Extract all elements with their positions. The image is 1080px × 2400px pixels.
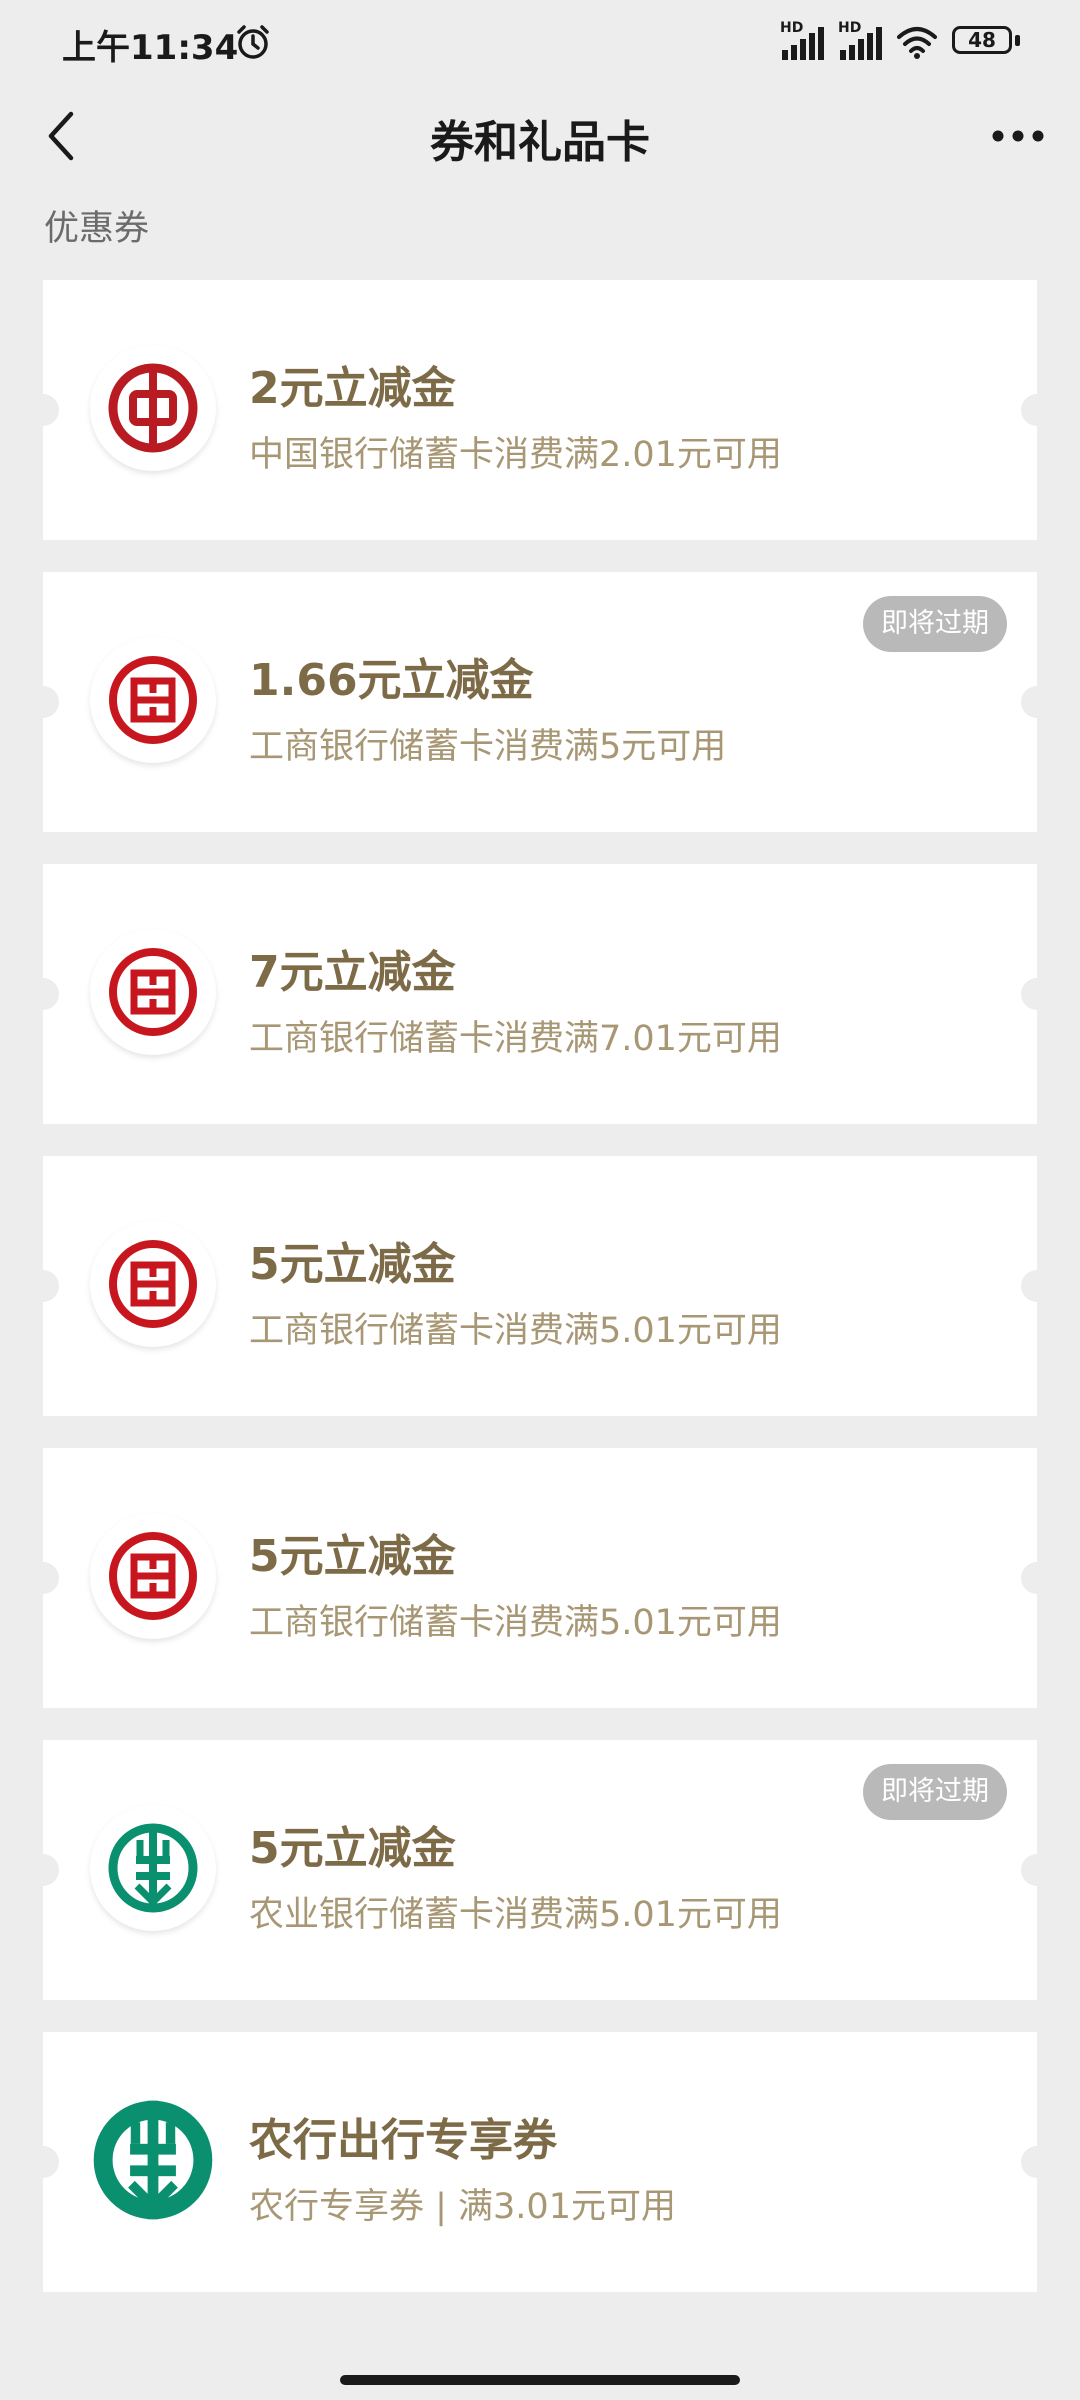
ticket-notch <box>27 394 59 426</box>
ticket-notch <box>27 1562 59 1594</box>
coupon-card[interactable]: 2元立减金 中国银行储蓄卡消费满2.01元可用 <box>27 280 1053 540</box>
icbc-logo-icon <box>109 1240 197 1328</box>
nav-bar: 券和礼品卡 <box>0 84 1080 188</box>
ticket-notch <box>1021 686 1053 718</box>
section-label: 优惠券 <box>44 209 150 249</box>
ticket-notch <box>1021 394 1053 426</box>
icbc-logo-icon <box>109 948 197 1036</box>
bank-logo <box>90 929 216 1055</box>
expiry-badge: 即将过期 <box>863 596 1007 652</box>
battery-level: 48 <box>968 28 996 52</box>
abc-logo-icon <box>93 2100 213 2220</box>
bank-logo <box>90 1513 216 1639</box>
status-time: 上午11:34 <box>62 28 239 68</box>
coupon-desc: 工商银行储蓄卡消费满5元可用 <box>249 727 727 767</box>
bank-logo <box>90 345 216 471</box>
ticket-notch <box>1021 1562 1053 1594</box>
ticket-notch <box>1021 1270 1053 1302</box>
cell-signal-1: HD <box>780 20 824 62</box>
coupon-title: 5元立减金 <box>249 1823 456 1874</box>
home-indicator[interactable] <box>340 2375 740 2385</box>
boc-logo-icon <box>108 363 198 453</box>
bank-logo <box>90 2097 216 2223</box>
icbc-logo-icon <box>109 656 197 744</box>
ticket-notch <box>27 2146 59 2178</box>
abc-logo-icon <box>108 1823 198 1913</box>
cell-signal-2: HD <box>838 20 882 62</box>
coupon-desc: 中国银行储蓄卡消费满2.01元可用 <box>249 435 782 475</box>
bank-logo <box>90 1805 216 1931</box>
coupon-card[interactable]: 农行出行专享券 农行专享券 | 满3.01元可用 <box>27 2032 1053 2292</box>
coupon-title: 5元立减金 <box>249 1239 456 1290</box>
cell-signal-icon <box>840 27 882 60</box>
status-bar: 上午11:34 HD HD 48 <box>0 0 1080 84</box>
page-title: 券和礼品卡 <box>430 117 650 168</box>
coupon-card[interactable]: 1.66元立减金 工商银行储蓄卡消费满5元可用 即将过期 <box>27 572 1053 832</box>
ticket-notch <box>27 1270 59 1302</box>
coupon-desc: 农业银行储蓄卡消费满5.01元可用 <box>249 1895 782 1935</box>
wifi-icon <box>897 27 937 59</box>
coupon-card[interactable]: 5元立减金 农业银行储蓄卡消费满5.01元可用 即将过期 <box>27 1740 1053 2000</box>
ticket-notch <box>1021 978 1053 1010</box>
coupon-title: 1.66元立减金 <box>249 655 534 706</box>
cell-signal-icon <box>782 27 824 60</box>
coupon-desc: 工商银行储蓄卡消费满5.01元可用 <box>249 1603 782 1643</box>
more-options-button[interactable] <box>978 104 1058 168</box>
coupon-title: 农行出行专享券 <box>249 2115 557 2166</box>
icbc-logo-icon <box>109 1532 197 1620</box>
alarm-clock-icon <box>237 25 269 59</box>
battery-icon: 48 <box>952 26 1020 58</box>
coupon-desc: 工商银行储蓄卡消费满7.01元可用 <box>249 1019 782 1059</box>
bank-logo <box>90 637 216 763</box>
coupon-card[interactable]: 5元立减金 工商银行储蓄卡消费满5.01元可用 <box>27 1156 1053 1416</box>
expiry-badge: 即将过期 <box>863 1764 1007 1820</box>
coupon-title: 2元立减金 <box>249 363 456 414</box>
coupon-title: 5元立减金 <box>249 1531 456 1582</box>
ticket-notch <box>1021 2146 1053 2178</box>
ticket-notch <box>27 686 59 718</box>
ticket-notch <box>1021 1854 1053 1886</box>
ticket-notch <box>27 1854 59 1886</box>
coupon-card[interactable]: 5元立减金 工商银行储蓄卡消费满5.01元可用 <box>27 1448 1053 1708</box>
bank-logo <box>90 1221 216 1347</box>
coupon-list: 2元立减金 中国银行储蓄卡消费满2.01元可用 1.66元立减金 工商银行储蓄卡… <box>27 280 1053 2324</box>
coupon-title: 7元立减金 <box>249 947 456 998</box>
coupon-desc: 农行专享券 | 满3.01元可用 <box>249 2187 676 2227</box>
more-dots-icon <box>992 130 1044 142</box>
status-icons: HD HD 48 <box>780 20 1020 64</box>
coupon-card[interactable]: 7元立减金 工商银行储蓄卡消费满7.01元可用 <box>27 864 1053 1124</box>
coupon-desc: 工商银行储蓄卡消费满5.01元可用 <box>249 1311 782 1351</box>
ticket-notch <box>27 978 59 1010</box>
